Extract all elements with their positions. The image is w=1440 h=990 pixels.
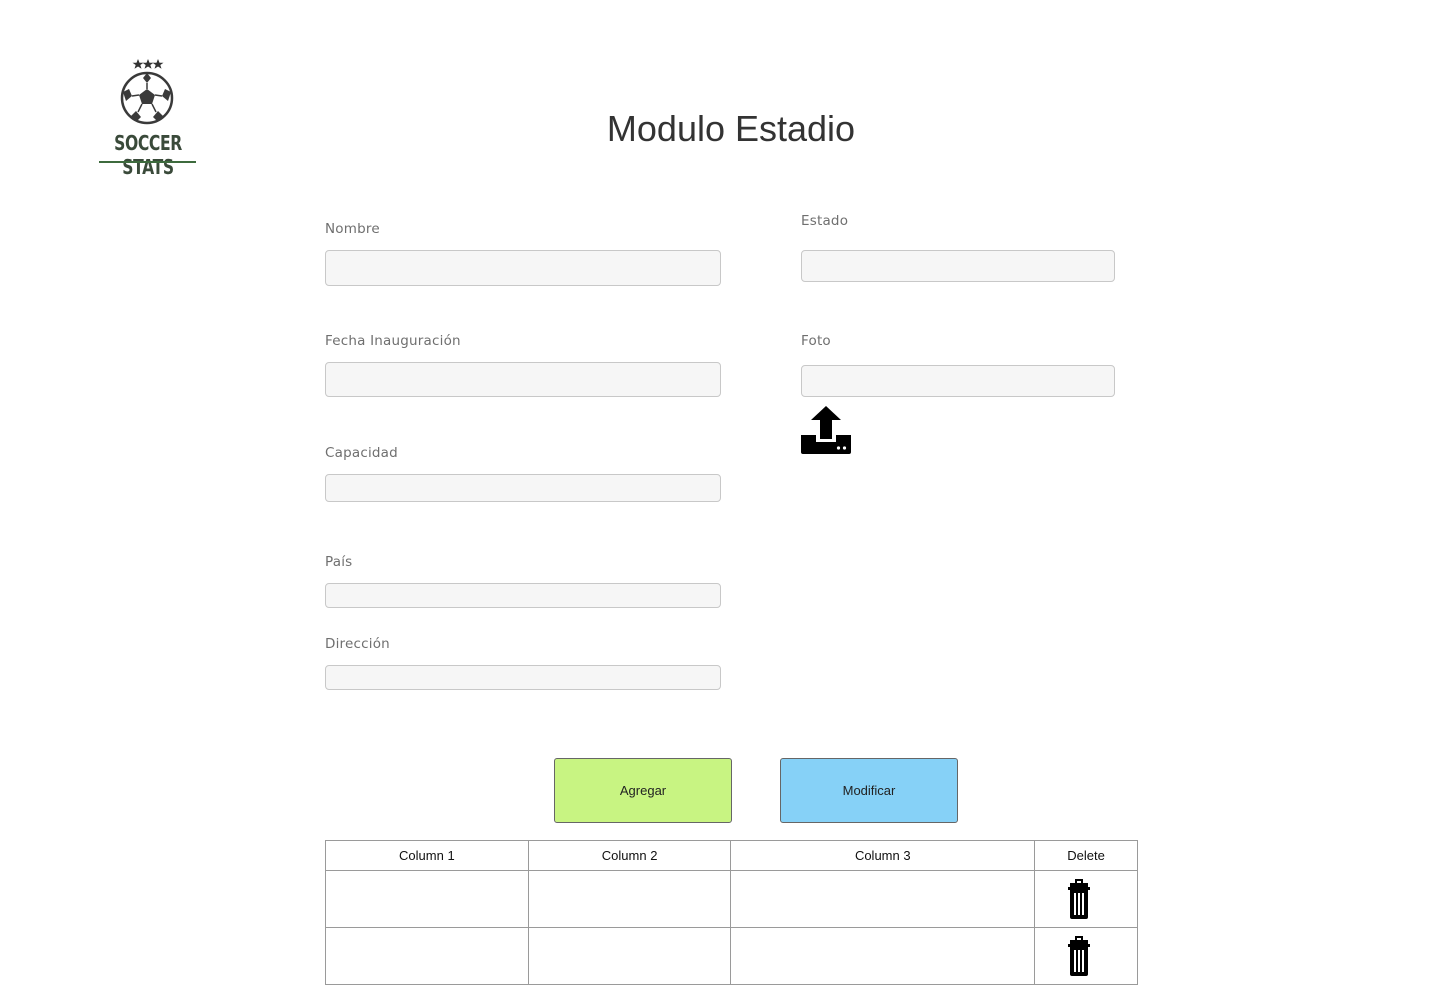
pais-label: País	[325, 554, 353, 570]
page-title: Modulo Estadio	[606, 108, 856, 149]
table-cell	[325, 870, 529, 928]
estado-input[interactable]	[801, 250, 1115, 282]
column-2-header: Column 2	[527, 840, 732, 871]
capacidad-input[interactable]	[325, 474, 721, 502]
modificar-button-label: Modificar	[842, 783, 896, 798]
agregar-button[interactable]: Agregar	[554, 758, 732, 823]
agregar-button-label: Agregar	[619, 783, 667, 798]
delete-cell	[1034, 927, 1138, 985]
trash-icon[interactable]	[1067, 936, 1091, 976]
delete-cell	[1034, 870, 1138, 928]
table-row	[325, 870, 1138, 928]
nombre-input[interactable]	[325, 250, 721, 286]
direccion-input[interactable]	[325, 665, 721, 690]
table-cell	[325, 927, 529, 985]
foto-label: Foto	[801, 333, 831, 349]
table-cell	[527, 927, 732, 985]
table-row	[325, 927, 1138, 985]
logo-underline	[99, 161, 196, 163]
trash-icon[interactable]	[1067, 879, 1091, 919]
nombre-label: Nombre	[325, 221, 380, 237]
estado-label: Estado	[801, 213, 849, 229]
modificar-button[interactable]: Modificar	[780, 758, 958, 823]
table-cell	[730, 870, 1036, 928]
foto-input[interactable]	[801, 365, 1115, 397]
upload-icon[interactable]	[800, 406, 852, 456]
column-3-header: Column 3	[730, 840, 1036, 871]
table-cell	[730, 927, 1036, 985]
direccion-label: Dirección	[325, 636, 390, 652]
pais-input[interactable]	[325, 583, 721, 608]
capacidad-label: Capacidad	[325, 445, 398, 461]
delete-header: Delete	[1034, 840, 1138, 871]
table-header-row: Column 1 Column 2 Column 3 Delete	[325, 840, 1138, 871]
fecha-inauguracion-label: Fecha Inauguración	[325, 333, 461, 349]
column-1-header: Column 1	[325, 840, 529, 871]
stadium-table: Column 1 Column 2 Column 3 Delete	[325, 840, 1138, 985]
fecha-inauguracion-input[interactable]	[325, 362, 721, 397]
table-cell	[527, 870, 732, 928]
